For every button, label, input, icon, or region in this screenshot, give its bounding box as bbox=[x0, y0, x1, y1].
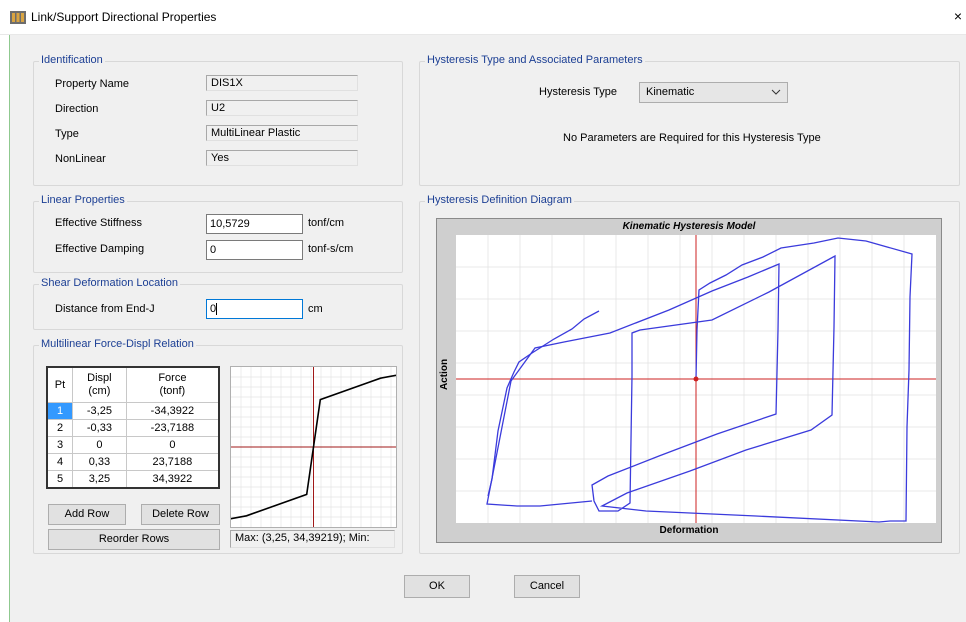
linear-properties-group: Linear Properties Effective Stiffness 10… bbox=[33, 194, 403, 273]
force-cell[interactable]: 34,3922 bbox=[125, 470, 220, 489]
identification-title: Identification bbox=[39, 54, 105, 66]
diagram-frame: Kinematic Hysteresis Model Action Deform… bbox=[436, 218, 942, 543]
nonlinear-label: NonLinear bbox=[55, 153, 106, 165]
hysteresis-type-value: Kinematic bbox=[646, 86, 695, 98]
effective-stiffness-unit: tonf/cm bbox=[308, 217, 345, 229]
force-cell[interactable]: 0 bbox=[125, 436, 220, 454]
nonlinear-value: Yes bbox=[206, 150, 358, 166]
origin-marker bbox=[693, 376, 699, 382]
displ-cell[interactable]: -3,25 bbox=[72, 402, 127, 420]
diagram-title: Kinematic Hysteresis Model bbox=[622, 221, 756, 232]
ok-button[interactable]: OK bbox=[404, 575, 470, 598]
effective-damping-input[interactable]: 0 bbox=[206, 240, 303, 260]
type-value: MultiLinear Plastic bbox=[206, 125, 358, 141]
direction-value: U2 bbox=[206, 100, 358, 116]
reorder-rows-button[interactable]: Reorder Rows bbox=[48, 529, 220, 550]
hysteresis-diagram-title: Hysteresis Definition Diagram bbox=[425, 194, 574, 206]
effective-damping-unit: tonf-s/cm bbox=[308, 243, 354, 255]
dialog-body: Identification Property Name DIS1X Direc… bbox=[9, 35, 966, 622]
multilinear-group: Multilinear Force-Displ Relation Pt Disp… bbox=[33, 338, 403, 554]
diagram-xlabel: Deformation bbox=[659, 525, 719, 536]
hysteresis-curve bbox=[486, 237, 913, 523]
app-icon bbox=[10, 11, 26, 24]
force-header: Force (tonf) bbox=[125, 366, 220, 403]
delete-row-button[interactable]: Delete Row bbox=[141, 504, 220, 525]
chevron-down-icon bbox=[771, 89, 781, 95]
type-label: Type bbox=[55, 128, 79, 140]
distance-from-end-j-label: Distance from End-J bbox=[55, 303, 155, 315]
shear-deformation-title: Shear Deformation Location bbox=[39, 277, 180, 289]
displ-header: Displ (cm) bbox=[72, 366, 127, 403]
table-row[interactable]: 4 0,33 23,7188 bbox=[46, 453, 220, 471]
pt-cell[interactable]: 5 bbox=[46, 470, 73, 489]
linear-properties-title: Linear Properties bbox=[39, 194, 127, 206]
pt-header: Pt bbox=[46, 366, 73, 403]
force-cell[interactable]: -34,3922 bbox=[125, 402, 220, 420]
property-name-label: Property Name bbox=[55, 78, 129, 90]
displ-cell[interactable]: 0,33 bbox=[72, 453, 127, 471]
table-row[interactable]: 5 3,25 34,3922 bbox=[46, 470, 220, 489]
identification-group: Identification Property Name DIS1X Direc… bbox=[33, 54, 403, 186]
displ-cell[interactable]: -0,33 bbox=[72, 419, 127, 437]
hysteresis-type-title: Hysteresis Type and Associated Parameter… bbox=[425, 54, 645, 66]
force-displ-table[interactable]: Pt Displ (cm) Force (tonf) 1 -3,25 -34,392… bbox=[46, 366, 220, 489]
force-displ-plot bbox=[230, 366, 397, 528]
force-cell[interactable]: -23,7188 bbox=[125, 419, 220, 437]
table-row[interactable]: 2 -0,33 -23,7188 bbox=[46, 419, 220, 437]
no-parameters-message: No Parameters are Required for this Hyst… bbox=[563, 132, 821, 144]
direction-label: Direction bbox=[55, 103, 99, 115]
diagram-ylabel: Action bbox=[439, 358, 451, 391]
add-row-button[interactable]: Add Row bbox=[48, 504, 126, 525]
effective-stiffness-label: Effective Stiffness bbox=[55, 217, 143, 229]
cancel-button[interactable]: Cancel bbox=[514, 575, 580, 598]
effective-damping-label: Effective Damping bbox=[55, 243, 145, 255]
table-row[interactable]: 1 -3,25 -34,3922 bbox=[46, 402, 220, 420]
hysteresis-diagram-group: Hysteresis Definition Diagram Kinematic … bbox=[419, 194, 960, 554]
shear-deformation-group: Shear Deformation Location Distance from… bbox=[33, 277, 403, 330]
pt-cell[interactable]: 2 bbox=[46, 419, 73, 437]
distance-unit: cm bbox=[308, 303, 323, 315]
hysteresis-plot bbox=[456, 235, 936, 523]
max-min-readout: Max: (3,25, 34,39219); Min: bbox=[230, 530, 395, 548]
table-header-row: Pt Displ (cm) Force (tonf) bbox=[46, 366, 220, 403]
table-row[interactable]: 3 0 0 bbox=[46, 436, 220, 454]
displ-cell[interactable]: 3,25 bbox=[72, 470, 127, 489]
close-icon[interactable]: × bbox=[954, 8, 962, 24]
hysteresis-type-group: Hysteresis Type and Associated Parameter… bbox=[419, 54, 960, 186]
property-name-value: DIS1X bbox=[206, 75, 358, 91]
distance-from-end-j-input[interactable]: 0 bbox=[206, 299, 303, 319]
displ-cell[interactable]: 0 bbox=[72, 436, 127, 454]
hysteresis-type-label: Hysteresis Type bbox=[539, 86, 618, 98]
force-cell[interactable]: 23,7188 bbox=[125, 453, 220, 471]
window-title: Link/Support Directional Properties bbox=[31, 10, 217, 24]
title-bar: Link/Support Directional Properties × bbox=[0, 0, 966, 35]
pt-cell[interactable]: 4 bbox=[46, 453, 73, 471]
pt-cell[interactable]: 3 bbox=[46, 436, 73, 454]
effective-stiffness-input[interactable]: 10,5729 bbox=[206, 214, 303, 234]
hysteresis-type-dropdown[interactable]: Kinematic bbox=[639, 82, 788, 103]
pt-cell[interactable]: 1 bbox=[46, 402, 73, 420]
multilinear-title: Multilinear Force-Displ Relation bbox=[39, 338, 196, 350]
text-caret bbox=[216, 303, 218, 316]
